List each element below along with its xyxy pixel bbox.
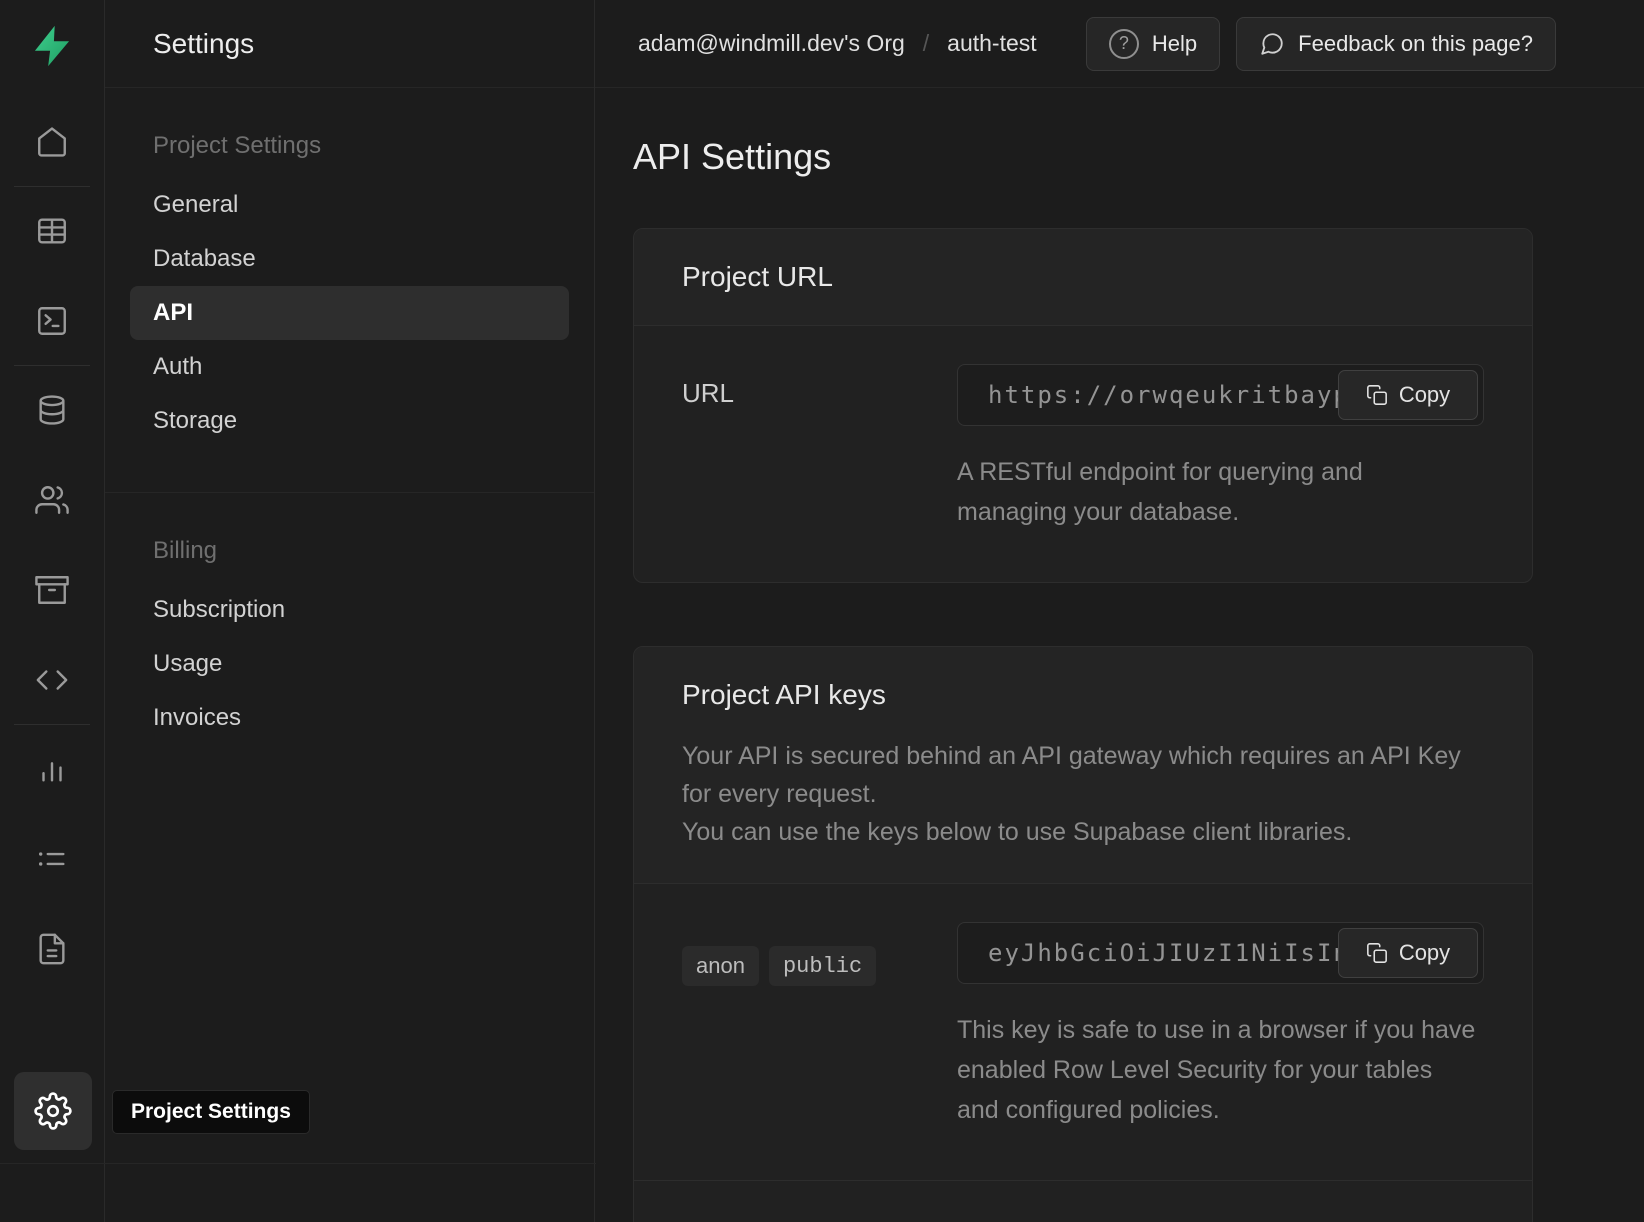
nav-docs[interactable] <box>24 921 80 977</box>
breadcrumb-project[interactable]: auth-test <box>947 30 1037 57</box>
copy-anon-key-label: Copy <box>1399 940 1450 966</box>
nav-table-editor[interactable] <box>24 203 80 259</box>
anon-key-value: eyJhbGciOiJIUzI1NiIsIn <box>988 939 1350 967</box>
sidebar-item-invoices[interactable]: Invoices <box>130 691 569 745</box>
project-url-card-title: Project URL <box>682 261 1484 293</box>
feedback-button-label: Feedback on this page? <box>1298 31 1533 57</box>
api-keys-next-row-clipped <box>634 1181 1532 1222</box>
breadcrumb: adam@windmill.dev's Org / auth-test <box>638 30 1086 57</box>
breadcrumb-org[interactable]: adam@windmill.dev's Org <box>638 30 905 57</box>
sidebar-item-general[interactable]: General <box>130 178 569 232</box>
nav-database[interactable] <box>24 382 80 438</box>
auth-users-icon <box>35 483 69 517</box>
project-url-card: Project URL URL https://orwqeukritbayp <box>633 228 1533 583</box>
sql-editor-icon <box>35 304 69 338</box>
public-badge: public <box>769 946 876 986</box>
anon-key-field-col: eyJhbGciOiJIUzI1NiIsIn Copy This key is … <box>957 922 1484 1130</box>
anon-key-description: This key is safe to use in a browser if … <box>957 1010 1477 1130</box>
anon-key-row: anon public eyJhbGciOiJIUzI1NiIsIn <box>634 884 1532 1180</box>
app-window: Project Settings Settings Project Settin… <box>0 0 1644 1222</box>
settings-sidebar: Settings Project Settings General Databa… <box>105 0 595 1222</box>
copy-icon <box>1366 384 1388 406</box>
sidebar-item-usage[interactable]: Usage <box>130 637 569 691</box>
project-api-keys-card-header: Project API keys Your API is secured beh… <box>634 647 1532 884</box>
api-settings-content: API Settings Project URL URL https://orw… <box>595 88 1644 1222</box>
project-url-value: https://orwqeukritbayp <box>988 381 1350 409</box>
nav-project-settings[interactable] <box>14 1072 92 1150</box>
section-header-project-settings: Project Settings <box>130 132 569 160</box>
project-url-card-body: URL https://orwqeukritbayp Copy <box>634 326 1532 582</box>
project-url-card-header: Project URL <box>634 229 1532 326</box>
anon-key-badges: anon public <box>682 936 957 986</box>
feedback-button[interactable]: Feedback on this page? <box>1236 17 1556 71</box>
help-button[interactable]: ? Help <box>1086 17 1220 71</box>
icon-rail <box>0 0 105 1222</box>
sidebar-nav: Project Settings General Database API Au… <box>105 88 594 745</box>
reports-icon <box>35 752 69 786</box>
url-field-col: https://orwqeukritbayp Copy A RESTful en… <box>957 364 1484 532</box>
project-url-value-box[interactable]: https://orwqeukritbayp Copy <box>957 364 1484 426</box>
logs-icon <box>35 842 69 876</box>
sidebar-item-database[interactable]: Database <box>130 232 569 286</box>
section-header-billing: Billing <box>130 537 569 565</box>
copy-url-button[interactable]: Copy <box>1338 370 1478 420</box>
project-api-keys-card: Project API keys Your API is secured beh… <box>633 646 1533 1222</box>
sidebar-item-subscription[interactable]: Subscription <box>130 583 569 637</box>
sidebar-header: Settings <box>105 0 594 88</box>
table-editor-icon <box>35 214 69 248</box>
storage-icon <box>35 573 69 607</box>
copy-icon <box>1366 942 1388 964</box>
help-button-label: Help <box>1152 31 1197 57</box>
nav-storage[interactable] <box>24 562 80 618</box>
nav-edge-functions[interactable] <box>24 652 80 708</box>
help-icon: ? <box>1109 29 1139 59</box>
api-keys-description-1: Your API is secured behind an API gatewa… <box>682 737 1482 813</box>
supabase-logo[interactable] <box>28 22 76 70</box>
nav-logs[interactable] <box>24 831 80 887</box>
sidebar-bottom-divider <box>0 1163 596 1164</box>
project-url-description: A RESTful endpoint for querying and mana… <box>957 452 1407 532</box>
rail-divider <box>14 365 90 366</box>
anon-badge: anon <box>682 946 759 986</box>
supabase-bolt-icon <box>29 23 75 69</box>
sidebar-title: Settings <box>153 28 254 60</box>
page-title: API Settings <box>633 136 1644 178</box>
anon-key-value-box[interactable]: eyJhbGciOiJIUzI1NiIsIn Copy <box>957 922 1484 984</box>
api-keys-description-2: You can use the keys below to use Supaba… <box>682 813 1482 851</box>
database-icon <box>35 393 69 427</box>
main-header: adam@windmill.dev's Org / auth-test ? He… <box>595 0 1644 88</box>
copy-url-label: Copy <box>1399 382 1450 408</box>
copy-anon-key-button[interactable]: Copy <box>1338 928 1478 978</box>
rail-divider <box>14 724 90 725</box>
docs-icon <box>35 932 69 966</box>
nav-reports[interactable] <box>24 741 80 797</box>
url-field-label: URL <box>682 364 957 532</box>
nav-home[interactable] <box>24 114 80 170</box>
nav-sql-editor[interactable] <box>24 293 80 349</box>
anon-key-badges-col: anon public <box>682 922 957 1130</box>
rail-divider <box>14 186 90 187</box>
project-settings-tooltip: Project Settings <box>112 1090 310 1134</box>
project-api-keys-card-title: Project API keys <box>682 679 1484 711</box>
header-actions: ? Help Feedback on this page? <box>1086 17 1556 71</box>
settings-gear-icon <box>34 1092 72 1130</box>
edge-functions-icon <box>35 663 69 697</box>
sidebar-item-api[interactable]: API <box>130 286 569 340</box>
speech-bubble-icon <box>1259 31 1285 57</box>
home-icon <box>35 125 69 159</box>
sidebar-section-divider <box>105 492 594 493</box>
breadcrumb-separator: / <box>923 30 929 57</box>
main-area: adam@windmill.dev's Org / auth-test ? He… <box>595 0 1644 1222</box>
sidebar-item-auth[interactable]: Auth <box>130 340 569 394</box>
sidebar-item-storage[interactable]: Storage <box>130 394 569 448</box>
nav-auth-users[interactable] <box>24 472 80 528</box>
